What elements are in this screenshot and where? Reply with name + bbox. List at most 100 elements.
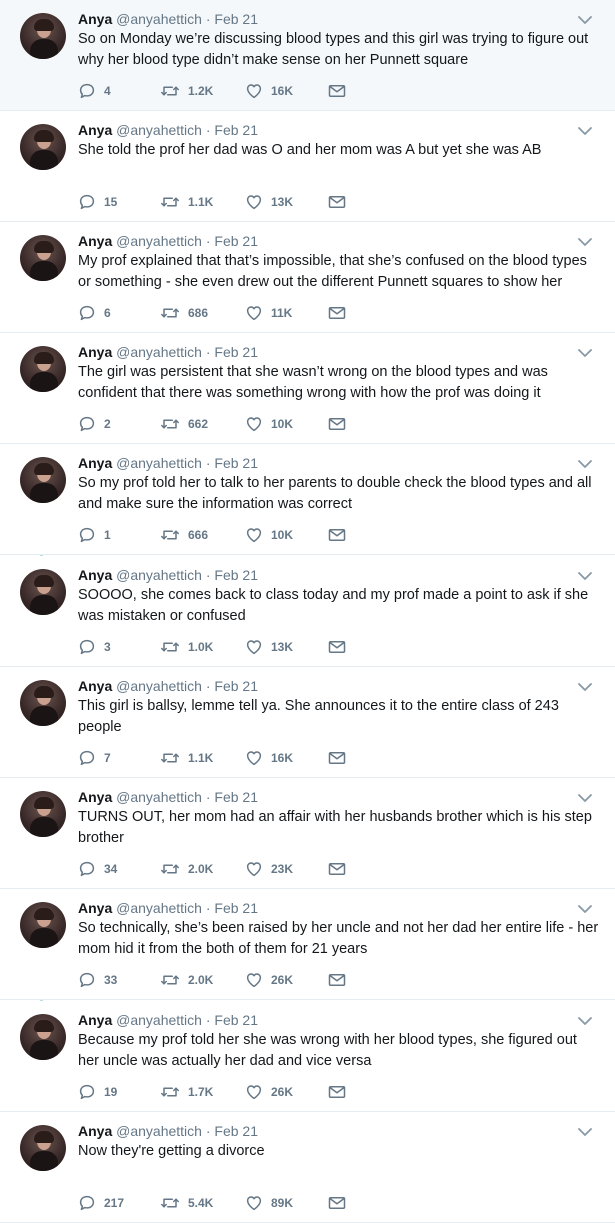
author-handle[interactable]: @anyahettich (116, 567, 202, 583)
tweet-date[interactable]: Feb 21 (214, 233, 258, 249)
reply-button[interactable]: 19 (78, 1082, 117, 1102)
chevron-down-icon[interactable] (578, 568, 592, 580)
direct-message-button[interactable] (328, 414, 354, 434)
direct-message-button[interactable] (328, 637, 354, 657)
like-button[interactable]: 10K (245, 525, 293, 545)
tweet[interactable]: Anya @anyahettich · Feb 21 This girl is b… (0, 667, 615, 778)
like-button[interactable]: 13K (245, 637, 293, 657)
chevron-down-icon[interactable] (578, 123, 592, 135)
tweet[interactable]: Anya @anyahettich · Feb 21 So my prof tol… (0, 444, 615, 555)
author-handle[interactable]: @anyahettich (116, 1123, 202, 1139)
author-name[interactable]: Anya (78, 678, 112, 694)
tweet[interactable]: Anya @anyahettich · Feb 21 My prof explai… (0, 222, 615, 333)
like-button[interactable]: 16K (245, 748, 293, 768)
like-button[interactable]: 11K (245, 303, 292, 323)
reply-button[interactable]: 3 (78, 637, 111, 657)
reply-button[interactable]: 34 (78, 859, 117, 879)
tweet[interactable]: Anya @anyahettich · Feb 21 The girl was p… (0, 333, 615, 444)
direct-message-button[interactable] (328, 1082, 354, 1102)
retweet-button[interactable]: 2.0K (160, 970, 213, 990)
reply-button[interactable]: 6 (78, 303, 111, 323)
avatar[interactable] (20, 13, 66, 59)
tweet-date[interactable]: Feb 21 (214, 1012, 258, 1028)
author-name[interactable]: Anya (78, 344, 112, 360)
author-handle[interactable]: @anyahettich (116, 455, 202, 471)
tweet-date[interactable]: Feb 21 (214, 344, 258, 360)
author-name[interactable]: Anya (78, 567, 112, 583)
author-name[interactable]: Anya (78, 1123, 112, 1139)
tweet[interactable]: Anya @anyahettich · Feb 21 Now they're ge… (0, 1112, 615, 1223)
retweet-button[interactable]: 1.0K (160, 637, 213, 657)
tweet[interactable]: Anya @anyahettich · Feb 21 So technically… (0, 889, 615, 1000)
avatar[interactable] (20, 1014, 66, 1060)
like-button[interactable]: 16K (245, 81, 293, 101)
avatar[interactable] (20, 346, 66, 392)
tweet[interactable]: Anya @anyahettich · Feb 21 So on Monday w… (0, 0, 615, 111)
retweet-button[interactable]: 2.0K (160, 859, 213, 879)
like-button[interactable]: 13K (245, 192, 293, 212)
reply-button[interactable]: 15 (78, 192, 117, 212)
chevron-down-icon[interactable] (578, 1013, 592, 1025)
avatar[interactable] (20, 235, 66, 281)
tweet[interactable]: Anya @anyahettich · Feb 21 Because my pro… (0, 1001, 615, 1112)
retweet-button[interactable]: 1.7K (160, 1082, 213, 1102)
reply-button[interactable]: 2 (78, 414, 111, 434)
direct-message-button[interactable] (328, 81, 354, 101)
author-handle[interactable]: @anyahettich (116, 233, 202, 249)
chevron-down-icon[interactable] (578, 901, 592, 913)
tweet[interactable]: Anya @anyahettich · Feb 21 TURNS OUT, her… (0, 778, 615, 889)
like-button[interactable]: 10K (245, 414, 293, 434)
author-handle[interactable]: @anyahettich (116, 1012, 202, 1028)
tweet-date[interactable]: Feb 21 (214, 789, 258, 805)
reply-button[interactable]: 1 (78, 525, 111, 545)
tweet[interactable]: Anya @anyahettich · Feb 21 SOOOO, she com… (0, 556, 615, 667)
direct-message-button[interactable] (328, 303, 354, 323)
chevron-down-icon[interactable] (578, 790, 592, 802)
avatar[interactable] (20, 124, 66, 170)
chevron-down-icon[interactable] (578, 456, 592, 468)
retweet-button[interactable]: 5.4K (160, 1193, 213, 1213)
avatar[interactable] (20, 457, 66, 503)
tweet-date[interactable]: Feb 21 (214, 11, 258, 27)
like-button[interactable]: 26K (245, 970, 293, 990)
reply-button[interactable]: 4 (78, 81, 111, 101)
author-name[interactable]: Anya (78, 455, 112, 471)
avatar[interactable] (20, 569, 66, 615)
avatar[interactable] (20, 902, 66, 948)
direct-message-button[interactable] (328, 970, 354, 990)
direct-message-button[interactable] (328, 1193, 354, 1213)
author-name[interactable]: Anya (78, 233, 112, 249)
direct-message-button[interactable] (328, 859, 354, 879)
tweet-date[interactable]: Feb 21 (214, 455, 258, 471)
chevron-down-icon[interactable] (578, 234, 592, 246)
like-button[interactable]: 89K (245, 1193, 293, 1213)
direct-message-button[interactable] (328, 525, 354, 545)
author-handle[interactable]: @anyahettich (116, 789, 202, 805)
author-name[interactable]: Anya (78, 11, 112, 27)
avatar[interactable] (20, 680, 66, 726)
chevron-down-icon[interactable] (578, 1124, 592, 1136)
author-name[interactable]: Anya (78, 900, 112, 916)
retweet-button[interactable]: 1.1K (160, 192, 213, 212)
retweet-button[interactable]: 662 (160, 414, 208, 434)
avatar[interactable] (20, 1125, 66, 1171)
reply-button[interactable]: 217 (78, 1193, 124, 1213)
avatar[interactable] (20, 791, 66, 837)
reply-button[interactable]: 33 (78, 970, 117, 990)
tweet[interactable]: Anya @anyahettich · Feb 21 She told the p… (0, 111, 615, 222)
direct-message-button[interactable] (328, 748, 354, 768)
author-handle[interactable]: @anyahettich (116, 11, 202, 27)
tweet-date[interactable]: Feb 21 (214, 567, 258, 583)
author-handle[interactable]: @anyahettich (116, 122, 202, 138)
author-name[interactable]: Anya (78, 122, 112, 138)
direct-message-button[interactable] (328, 192, 354, 212)
like-button[interactable]: 23K (245, 859, 293, 879)
chevron-down-icon[interactable] (578, 679, 592, 691)
author-name[interactable]: Anya (78, 789, 112, 805)
chevron-down-icon[interactable] (578, 345, 592, 357)
tweet-date[interactable]: Feb 21 (214, 1123, 258, 1139)
tweet-date[interactable]: Feb 21 (214, 900, 258, 916)
tweet-date[interactable]: Feb 21 (214, 122, 258, 138)
retweet-button[interactable]: 666 (160, 525, 208, 545)
author-handle[interactable]: @anyahettich (116, 900, 202, 916)
